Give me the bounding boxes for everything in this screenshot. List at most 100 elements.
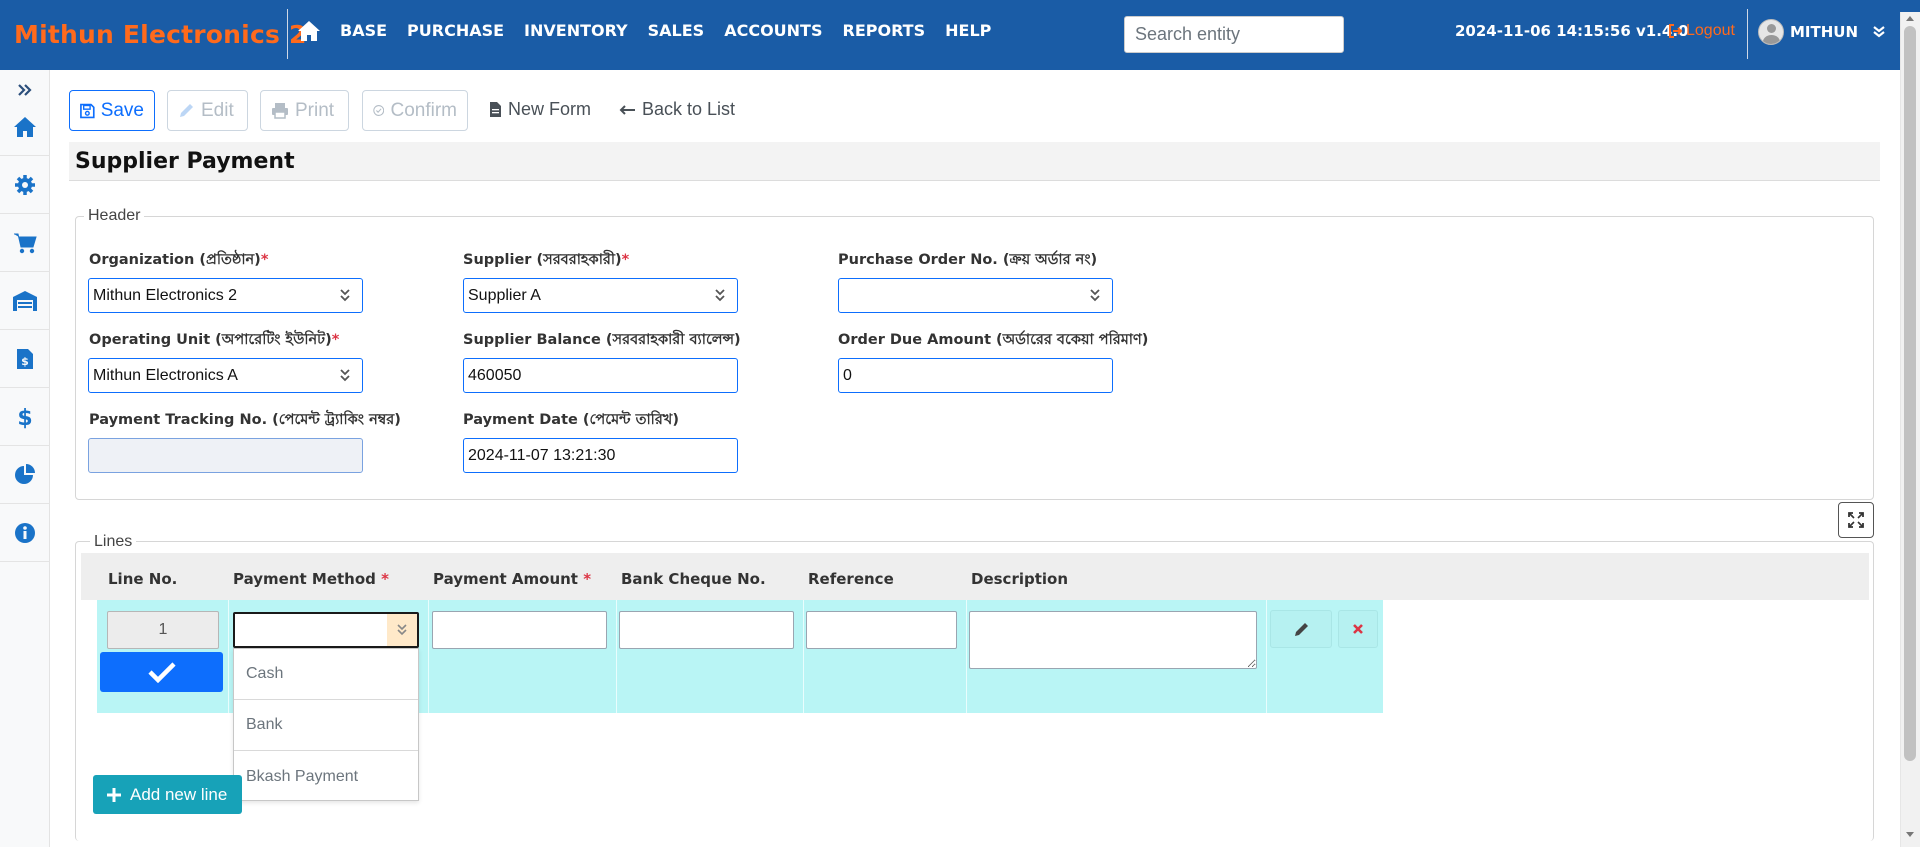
- sidebar-item-purchase[interactable]: [0, 214, 50, 272]
- organization-select[interactable]: Mithun Electronics 2: [88, 278, 363, 313]
- payment-date-field[interactable]: 2024-11-07 13:21:30: [463, 438, 738, 473]
- expand-icon: [18, 84, 32, 96]
- invoice-icon: $: [17, 348, 33, 369]
- menu-accounts[interactable]: ACCOUNTS: [724, 21, 822, 40]
- supplier-select[interactable]: Supplier A: [463, 278, 738, 313]
- chevron-double-down-icon: [340, 369, 350, 382]
- scrollbar-thumb[interactable]: [1904, 26, 1916, 761]
- dollar-icon: $: [17, 406, 32, 429]
- new-form-link[interactable]: New Form: [489, 99, 591, 120]
- payment-date-label: Payment Date (পেমেন্ট তারিখ): [463, 412, 679, 428]
- fullscreen-button[interactable]: [1838, 502, 1874, 538]
- back-to-list-link[interactable]: Back to List: [619, 99, 735, 120]
- pencil-icon: [1294, 622, 1308, 636]
- page-title: Supplier Payment: [75, 149, 295, 174]
- pie-chart-icon: [15, 463, 35, 484]
- chevron-double-down-icon: [1090, 289, 1100, 302]
- purchase-order-select[interactable]: [838, 278, 1113, 313]
- column-divider: [803, 600, 804, 713]
- option-bkash-payment[interactable]: Bkash Payment: [234, 751, 418, 802]
- col-payment-method: Payment Method *: [233, 570, 389, 588]
- print-button[interactable]: Print: [260, 90, 349, 131]
- purchase-order-label: Purchase Order No. (ক্রয় অর্ডার নং): [838, 252, 1098, 268]
- home-icon[interactable]: [297, 20, 321, 42]
- order-due-amount-field[interactable]: 0: [838, 358, 1113, 393]
- delete-line-button[interactable]: [1338, 610, 1378, 648]
- menu-base[interactable]: BASE: [340, 21, 387, 40]
- save-button[interactable]: Save: [69, 90, 155, 131]
- payment-method-dropdown: Cash Bank Bkash Payment: [233, 648, 419, 801]
- order-due-amount-value: 0: [843, 366, 852, 384]
- svg-text:$: $: [17, 406, 32, 429]
- arrow-left-icon: [619, 104, 635, 115]
- cart-icon: [14, 233, 37, 253]
- navbar-divider: [1747, 9, 1748, 59]
- user-menu[interactable]: MITHUN: [1758, 19, 1886, 45]
- menu-inventory[interactable]: INVENTORY: [524, 21, 628, 40]
- description-textarea[interactable]: [969, 611, 1257, 669]
- sidebar: $ $: [0, 70, 50, 847]
- bank-cheque-input[interactable]: [619, 611, 794, 649]
- check-circle-icon: [373, 105, 385, 116]
- order-due-amount-label: Order Due Amount (অর্ডারের বকেয়া পরিমাণ…: [838, 332, 1149, 348]
- column-divider: [428, 600, 429, 713]
- payment-tracking-field: [88, 438, 363, 473]
- menu-reports[interactable]: REPORTS: [843, 21, 926, 40]
- supplier-value: Supplier A: [468, 286, 541, 304]
- reference-input[interactable]: [806, 611, 957, 649]
- new-form-label: New Form: [508, 99, 592, 119]
- chevron-double-down-icon: [715, 289, 725, 302]
- sidebar-item-inventory[interactable]: [0, 272, 50, 330]
- supplier-balance-field[interactable]: 460050: [463, 358, 738, 393]
- search-input[interactable]: [1124, 16, 1344, 53]
- confirm-line-button[interactable]: [100, 652, 223, 692]
- confirm-button[interactable]: Confirm: [362, 90, 468, 131]
- menu-help[interactable]: HELP: [945, 21, 991, 40]
- payment-amount-input[interactable]: [432, 611, 607, 649]
- option-cash[interactable]: Cash: [234, 649, 418, 700]
- organization-label: Organization (প্রতিষ্ঠান)*: [89, 252, 269, 268]
- col-line-no: Line No.: [108, 570, 178, 588]
- sidebar-item-sales[interactable]: $: [0, 330, 50, 388]
- column-divider: [966, 600, 967, 713]
- operating-unit-label: Operating Unit (অপারেটিং ইউনিট)*: [89, 332, 340, 348]
- scroll-up-arrow[interactable]: [1906, 16, 1914, 21]
- sidebar-item-home[interactable]: [0, 98, 50, 156]
- col-bank-cheque: Bank Cheque No.: [621, 570, 766, 588]
- edit-button[interactable]: Edit: [167, 90, 248, 131]
- save-icon: [80, 103, 95, 118]
- printer-icon: [272, 103, 288, 119]
- app-brand[interactable]: Mithun Electronics 2: [14, 20, 307, 49]
- sidebar-item-accounts[interactable]: $: [0, 388, 50, 446]
- scroll-down-arrow[interactable]: [1906, 832, 1914, 837]
- lines-legend: Lines: [90, 533, 137, 551]
- organization-value: Mithun Electronics 2: [93, 286, 238, 304]
- close-icon: [1353, 624, 1363, 634]
- sidebar-item-reports[interactable]: [0, 446, 50, 504]
- column-divider: [228, 600, 229, 713]
- gear-icon: [15, 174, 35, 195]
- svg-text:$: $: [21, 355, 29, 368]
- line-no-value: 1: [158, 621, 168, 638]
- expand-arrows-icon: [1848, 512, 1864, 528]
- logout-link[interactable]: Logout: [1668, 22, 1735, 40]
- menu-sales[interactable]: SALES: [648, 21, 705, 40]
- supplier-balance-value: 460050: [468, 366, 522, 384]
- chevron-double-down-icon: [340, 289, 350, 302]
- sidebar-item-settings[interactable]: [0, 156, 50, 214]
- sidebar-item-help[interactable]: [0, 504, 50, 562]
- warehouse-icon: [13, 290, 37, 311]
- payment-date-value: 2024-11-07 13:21:30: [468, 446, 616, 464]
- avatar: [1758, 19, 1784, 45]
- print-label: Print: [295, 99, 335, 121]
- add-new-line-button[interactable]: Add new line: [93, 775, 242, 814]
- option-bank[interactable]: Bank: [234, 700, 418, 751]
- edit-line-button[interactable]: [1270, 610, 1332, 648]
- add-new-line-label: Add new line: [130, 784, 228, 804]
- confirm-label: Confirm: [390, 99, 457, 121]
- payment-method-toggle[interactable]: [387, 614, 417, 646]
- menu-purchase[interactable]: PURCHASE: [407, 21, 504, 40]
- column-divider: [616, 600, 617, 713]
- operating-unit-select[interactable]: Mithun Electronics A: [88, 358, 363, 393]
- top-navbar: Mithun Electronics 2 BASE PURCHASE INVEN…: [0, 0, 1920, 70]
